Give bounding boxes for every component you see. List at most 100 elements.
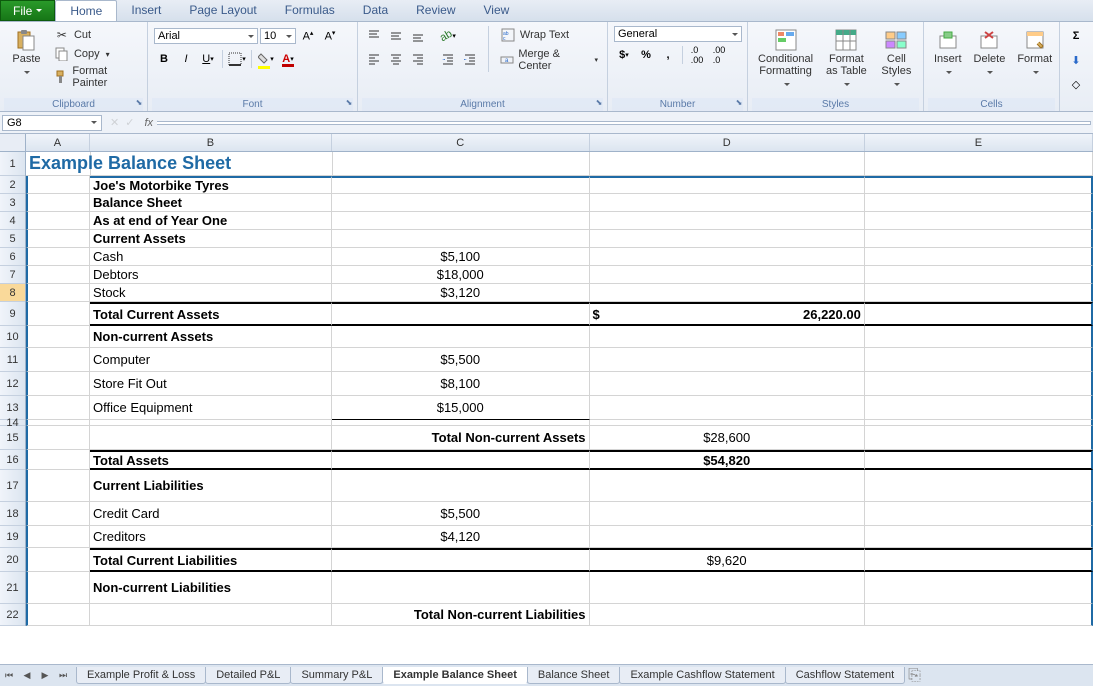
row-header-8[interactable]: 8	[0, 284, 25, 302]
increase-indent-button[interactable]	[460, 49, 480, 69]
fill-button[interactable]: ⬇	[1066, 50, 1086, 70]
cell-E3[interactable]	[865, 194, 1093, 212]
row-header-11[interactable]: 11	[0, 348, 25, 372]
cell-D3[interactable]	[590, 194, 865, 212]
cell-A3[interactable]	[26, 194, 90, 212]
cell-C10[interactable]	[332, 326, 590, 348]
cell-D16[interactable]: $54,820	[590, 450, 865, 470]
cell-D18[interactable]	[590, 502, 865, 526]
cell-B20[interactable]: Total Current Liabilities	[90, 548, 332, 572]
insert-cells-button[interactable]: Insert	[930, 26, 966, 79]
cell-C16[interactable]	[332, 450, 590, 470]
font-size-combo[interactable]: 10	[260, 28, 296, 44]
dialog-launcher-icon[interactable]: ⬊	[133, 98, 145, 110]
sheet-tab-example-cashflow-statement[interactable]: Example Cashflow Statement	[619, 667, 785, 684]
cell-A4[interactable]	[26, 212, 90, 230]
borders-button[interactable]: ▾	[227, 49, 247, 69]
row-header-5[interactable]: 5	[0, 230, 25, 248]
row-header-16[interactable]: 16	[0, 450, 25, 470]
col-header-A[interactable]: A	[26, 134, 90, 151]
align-right-button[interactable]	[408, 49, 428, 69]
cell-A20[interactable]	[26, 548, 90, 572]
cell-B10[interactable]: Non-current Assets	[90, 326, 332, 348]
cell-E1[interactable]	[865, 152, 1093, 176]
cell-B13[interactable]: Office Equipment	[90, 396, 332, 420]
grow-font-button[interactable]: A▴	[298, 26, 318, 46]
cell-B17[interactable]: Current Liabilities	[90, 470, 332, 502]
cell-E18[interactable]	[865, 502, 1093, 526]
format-painter-button[interactable]: Format Painter	[51, 64, 141, 90]
row-header-17[interactable]: 17	[0, 470, 25, 502]
clear-button[interactable]: ◇	[1066, 74, 1086, 94]
cell-styles-button[interactable]: Cell Styles	[876, 26, 917, 91]
row-header-2[interactable]: 2	[0, 176, 25, 194]
cell-C17[interactable]	[332, 470, 590, 502]
cell-D6[interactable]	[590, 248, 865, 266]
row-header-6[interactable]: 6	[0, 248, 25, 266]
dialog-launcher-icon[interactable]: ⬊	[733, 98, 745, 110]
cell-E20[interactable]	[865, 548, 1093, 572]
bold-button[interactable]: B	[154, 49, 174, 69]
cell-D19[interactable]	[590, 526, 865, 548]
row-header-10[interactable]: 10	[0, 326, 25, 348]
row-header-21[interactable]: 21	[0, 572, 25, 604]
comma-button[interactable]: ,	[658, 45, 678, 65]
cell-D4[interactable]	[590, 212, 865, 230]
row-header-1[interactable]: 1	[0, 152, 25, 176]
row-header-9[interactable]: 9	[0, 302, 25, 326]
delete-cells-button[interactable]: Delete	[970, 26, 1010, 79]
cell-A6[interactable]	[26, 248, 90, 266]
cell-C6[interactable]: $5,100	[332, 248, 590, 266]
cell-C3[interactable]	[332, 194, 590, 212]
sheet-tab-example-balance-sheet[interactable]: Example Balance Sheet	[382, 667, 528, 684]
cell-D20[interactable]: $9,620	[590, 548, 865, 572]
wrap-text-button[interactable]: abcWrap Text	[497, 26, 601, 44]
paste-button[interactable]: Paste	[6, 26, 47, 79]
cell-A17[interactable]	[26, 470, 90, 502]
row-header-7[interactable]: 7	[0, 266, 25, 284]
cell-B11[interactable]: Computer	[90, 348, 332, 372]
dialog-launcher-icon[interactable]: ⬊	[343, 98, 355, 110]
cell-B5[interactable]: Current Assets	[90, 230, 332, 248]
cell-E15[interactable]	[865, 426, 1093, 450]
italic-button[interactable]: I	[176, 49, 196, 69]
cell-D10[interactable]	[590, 326, 865, 348]
col-header-D[interactable]: D	[590, 134, 865, 151]
decrease-indent-button[interactable]	[438, 49, 458, 69]
cell-area[interactable]: Example Balance SheetJoe's Motorbike Tyr…	[26, 152, 1093, 626]
cell-C18[interactable]: $5,500	[332, 502, 590, 526]
cell-C2[interactable]	[332, 176, 590, 194]
cell-D2[interactable]	[590, 176, 865, 194]
row-header-19[interactable]: 19	[0, 526, 25, 548]
sheet-tab-example-profit-loss[interactable]: Example Profit & Loss	[76, 667, 206, 684]
cell-B22[interactable]	[90, 604, 332, 626]
cell-C19[interactable]: $4,120	[332, 526, 590, 548]
cell-D9[interactable]: $26,220.00	[590, 302, 865, 326]
spreadsheet-grid[interactable]: ABCDE 1234567891011121314151617181920212…	[0, 134, 1093, 664]
sheet-tab-balance-sheet[interactable]: Balance Sheet	[527, 667, 621, 684]
ribbon-tab-view[interactable]: View	[470, 0, 524, 21]
enter-icon[interactable]: ✓	[125, 116, 134, 129]
orientation-button[interactable]: ab▾	[438, 26, 458, 46]
new-sheet-button[interactable]: ⎘	[908, 667, 921, 685]
cell-E8[interactable]	[865, 284, 1093, 302]
last-sheet-button[interactable]: ⏭	[54, 667, 72, 685]
cell-E2[interactable]	[865, 176, 1093, 194]
cell-B6[interactable]: Cash	[90, 248, 332, 266]
cell-B19[interactable]: Creditors	[90, 526, 332, 548]
cell-B9[interactable]: Total Current Assets	[90, 302, 332, 326]
cell-A2[interactable]	[26, 176, 90, 194]
cell-D22[interactable]	[590, 604, 865, 626]
cell-E10[interactable]	[865, 326, 1093, 348]
ribbon-tab-review[interactable]: Review	[402, 0, 469, 21]
row-header-15[interactable]: 15	[0, 426, 25, 450]
cell-D15[interactable]: $28,600	[590, 426, 865, 450]
cell-C21[interactable]	[332, 572, 590, 604]
copy-button[interactable]: Copy▾	[51, 45, 141, 63]
conditional-formatting-button[interactable]: Conditional Formatting	[754, 26, 817, 91]
cancel-icon[interactable]: ✕	[110, 116, 119, 129]
cell-A21[interactable]	[26, 572, 90, 604]
cell-A12[interactable]	[26, 372, 90, 396]
cell-A8[interactable]	[26, 284, 90, 302]
font-color-button[interactable]: A▾	[278, 49, 298, 69]
